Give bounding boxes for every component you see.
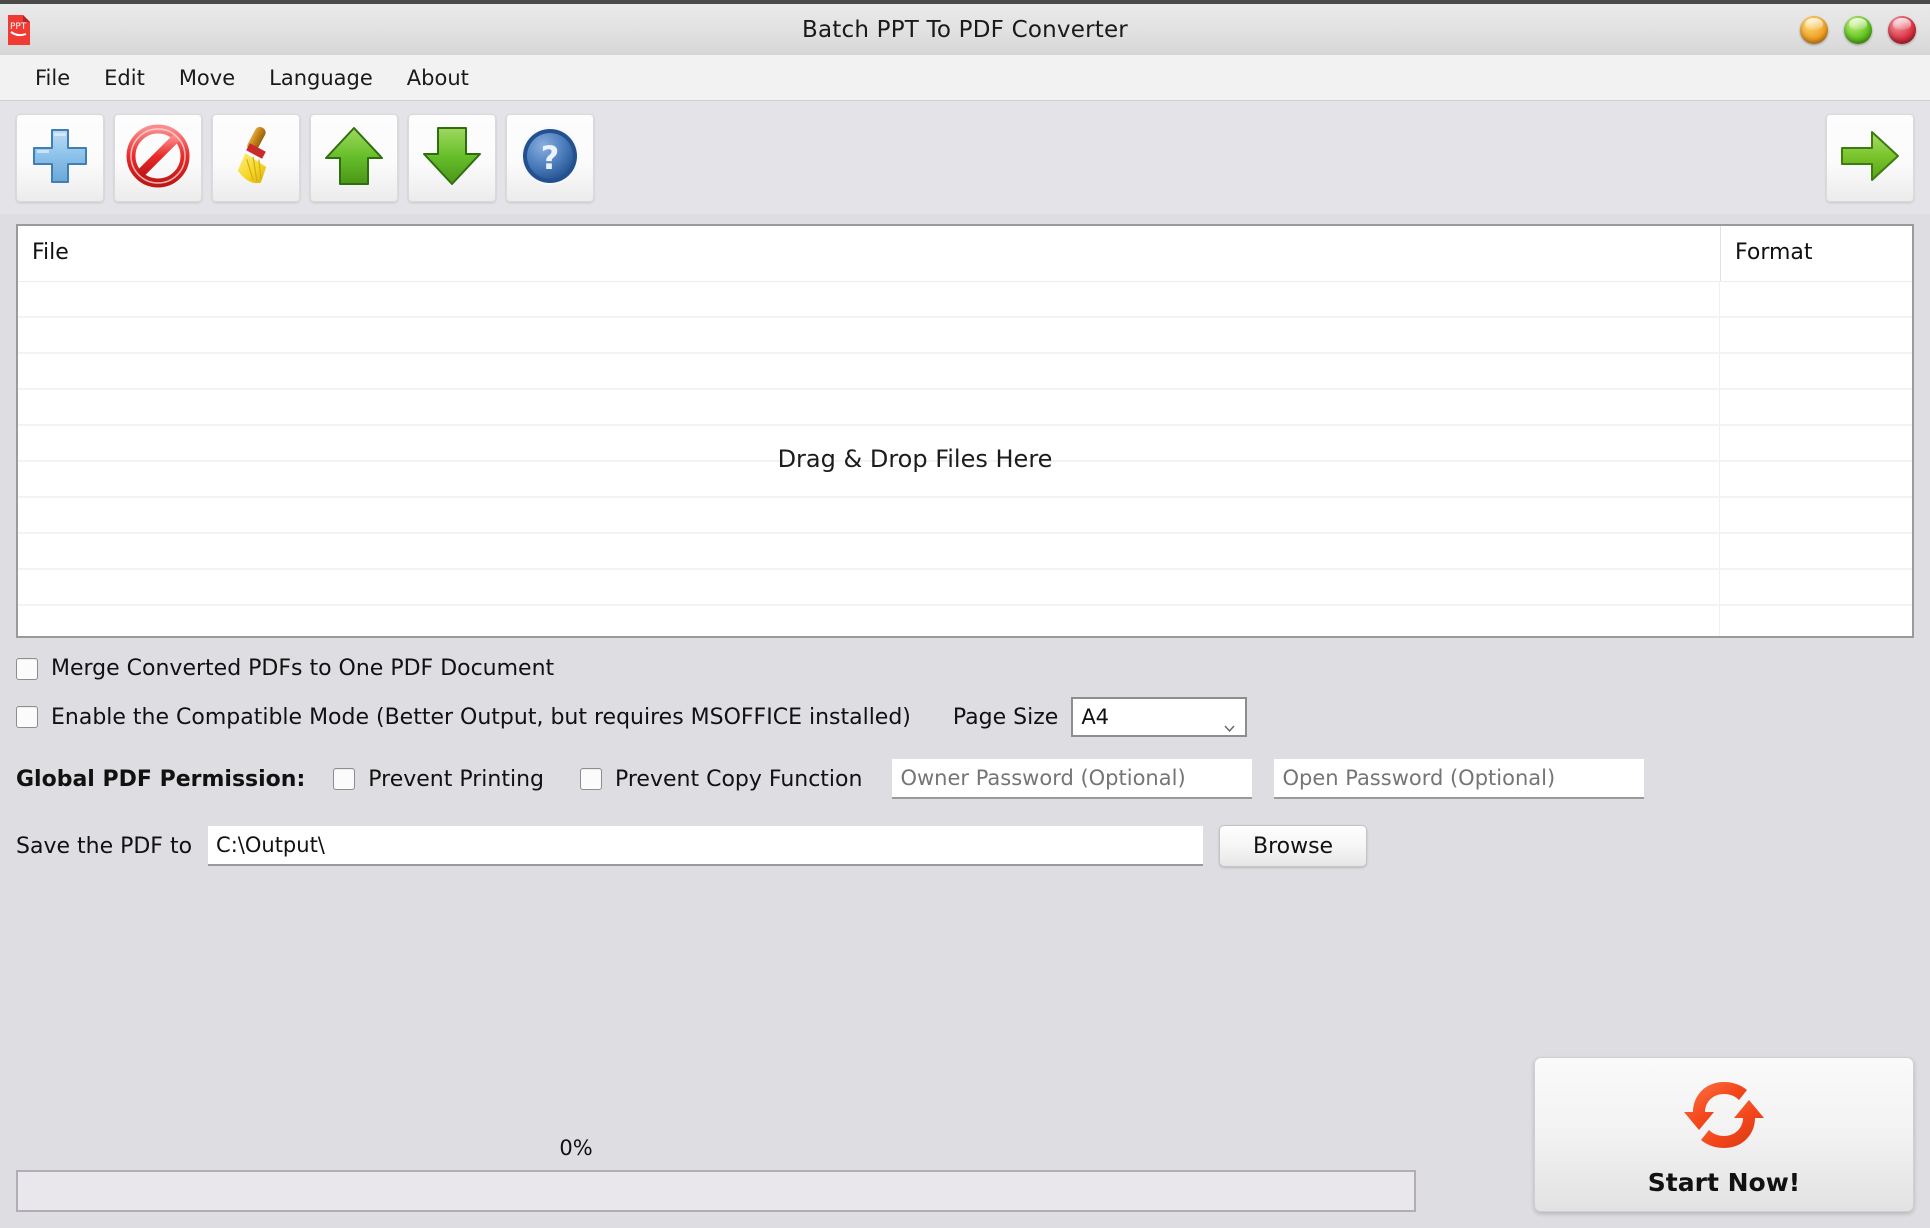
arrow-up-icon	[322, 124, 386, 192]
permissions-title: Global PDF Permission:	[16, 766, 306, 792]
options-panel: Merge Converted PDFs to One PDF Document…	[0, 638, 1930, 1228]
toolbar: ?	[0, 101, 1930, 214]
close-circle-icon[interactable]	[1888, 15, 1916, 44]
file-list[interactable]: File Format Drag & Drop Files Here	[16, 224, 1914, 638]
pdf-document-icon: PPT	[6, 14, 32, 46]
merge-option-row: Merge Converted PDFs to One PDF Document	[16, 656, 1914, 681]
page-size-select[interactable]: A4	[1071, 697, 1248, 737]
compatible-option-row: Enable the Compatible Mode (Better Outpu…	[16, 697, 1914, 737]
prevent-printing-checkbox[interactable]	[333, 768, 356, 790]
add-files-button[interactable]	[16, 113, 104, 202]
column-header-format[interactable]: Format	[1720, 226, 1912, 281]
column-header-file[interactable]: File	[18, 226, 1720, 281]
window-controls	[1800, 15, 1916, 44]
column-divider	[1719, 282, 1720, 636]
output-path-label: Save the PDF to	[16, 833, 193, 859]
minimize-circle-icon[interactable]	[1800, 15, 1828, 44]
progress-percent-text: 0%	[559, 1136, 593, 1160]
move-up-button[interactable]	[310, 113, 398, 202]
menu-item-about[interactable]: About	[390, 62, 486, 94]
file-list-header: File Format	[18, 226, 1912, 282]
arrow-down-icon	[420, 124, 484, 192]
merge-checkbox-label[interactable]: Merge Converted PDFs to One PDF Document	[51, 656, 554, 681]
plus-icon	[28, 124, 92, 192]
menu-item-language[interactable]: Language	[252, 62, 390, 94]
chevron-down-icon	[1224, 713, 1235, 733]
menu-bar: File Edit Move Language About	[0, 55, 1930, 101]
file-list-body[interactable]: Drag & Drop Files Here	[18, 282, 1912, 636]
svg-text:PPT: PPT	[10, 22, 27, 32]
menu-item-edit[interactable]: Edit	[87, 62, 162, 94]
page-size-value: A4	[1081, 705, 1110, 729]
output-path-input[interactable]	[208, 826, 1204, 866]
merge-checkbox[interactable]	[16, 657, 38, 680]
prevent-copy-checkbox[interactable]	[579, 768, 602, 790]
help-button[interactable]: ?	[506, 113, 594, 202]
arrow-right-icon	[1838, 124, 1902, 192]
question-mark-icon: ?	[518, 124, 582, 192]
compatible-mode-label[interactable]: Enable the Compatible Mode (Better Outpu…	[51, 705, 911, 730]
progress-area: 0%	[16, 1136, 1416, 1212]
window-title: Batch PPT To PDF Converter	[802, 16, 1128, 43]
svg-text:?: ?	[541, 139, 560, 177]
page-size-label: Page Size	[952, 704, 1059, 730]
menu-item-file[interactable]: File	[18, 62, 87, 94]
maximize-circle-icon[interactable]	[1844, 15, 1872, 44]
prevent-printing-label[interactable]: Prevent Printing	[368, 767, 544, 792]
menu-item-move[interactable]: Move	[162, 62, 252, 94]
remove-file-button[interactable]	[114, 113, 202, 202]
prevent-copy-label[interactable]: Prevent Copy Function	[615, 767, 862, 792]
permissions-row: Global PDF Permission: Prevent Printing …	[16, 759, 1914, 799]
start-now-button[interactable]: Start Now!	[1534, 1057, 1914, 1212]
compatible-mode-checkbox[interactable]	[16, 706, 38, 728]
progress-bar	[16, 1170, 1416, 1212]
convert-arrow-button[interactable]	[1826, 113, 1914, 202]
open-password-input[interactable]	[1274, 759, 1645, 799]
refresh-arrows-icon	[1681, 1072, 1767, 1162]
row-separator-lines	[18, 282, 1912, 636]
browse-button[interactable]: Browse	[1219, 825, 1368, 867]
output-path-row: Save the PDF to Browse	[16, 825, 1914, 867]
title-bar: PPT Batch PPT To PDF Converter	[0, 0, 1930, 55]
clear-list-button[interactable]	[212, 113, 300, 202]
application-window: PPT Batch PPT To PDF Converter File Edit…	[0, 0, 1930, 1228]
start-now-label: Start Now!	[1647, 1168, 1801, 1197]
no-entry-icon	[126, 124, 190, 192]
broom-icon	[224, 124, 288, 192]
move-down-button[interactable]	[408, 113, 496, 202]
owner-password-input[interactable]	[892, 759, 1253, 799]
